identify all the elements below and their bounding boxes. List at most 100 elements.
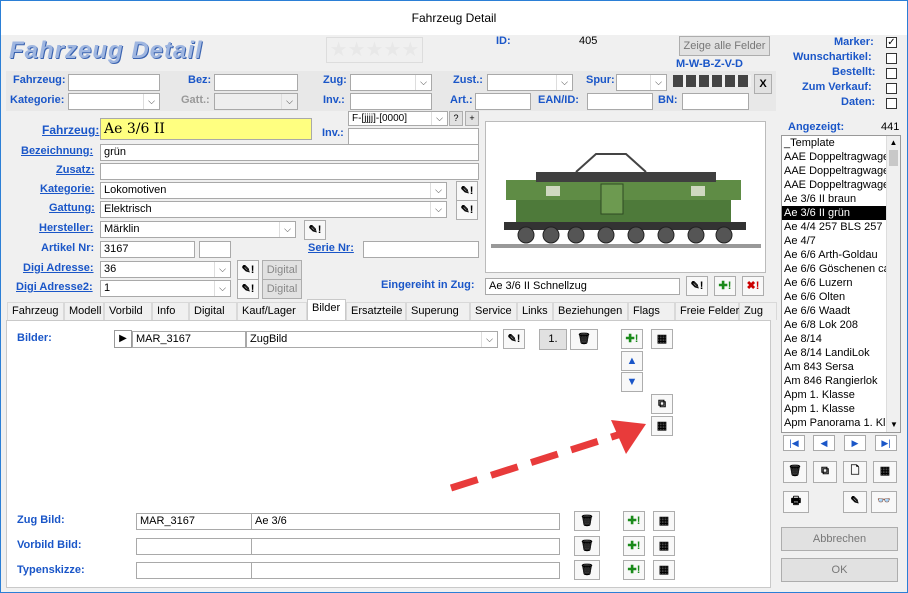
list-item[interactable]: AAE Doppeltragwage	[782, 178, 886, 192]
filter-fahrzeug-input[interactable]	[68, 74, 160, 91]
list-item[interactable]: Ae 6/6 Olten	[782, 290, 886, 304]
inv-help-button[interactable]: ?	[449, 111, 463, 126]
vehicle-list[interactable]: _Template AAE Doppeltragwage AAE Doppeltra…	[781, 135, 901, 433]
typen-name-input[interactable]	[136, 562, 252, 579]
zugbild-desc-input[interactable]: Ae 3/6	[251, 513, 560, 530]
filter-bn-input[interactable]	[682, 93, 749, 110]
zug-edit-icon[interactable]: ✎!	[686, 276, 708, 296]
filter-gatt-select[interactable]: ⌵	[214, 93, 298, 110]
tab-superung[interactable]: Superung	[406, 302, 470, 320]
filter-clear-button[interactable]: X	[754, 74, 772, 94]
marker-checkbox[interactable]: ✓	[886, 37, 897, 48]
list-item[interactable]: Apm 1. Klasse	[782, 388, 886, 402]
tab-ersatzteile[interactable]: Ersatzteile	[346, 302, 406, 320]
digi-edit-icon[interactable]: ✎!	[237, 260, 259, 280]
tab-zug[interactable]: Zug	[739, 302, 777, 320]
digi2-edit-icon[interactable]: ✎!	[237, 279, 259, 299]
typen-delete-icon[interactable]: 🗑	[574, 560, 600, 580]
prev-record-icon[interactable]: ◀	[813, 435, 835, 451]
show-all-fields-button[interactable]: Zeige alle Felder	[679, 36, 770, 56]
edit-pencil-icon[interactable]: ✎	[843, 491, 867, 513]
bilder-name-input[interactable]: MAR_3167	[132, 331, 246, 348]
paste-icon[interactable]: ▦	[651, 416, 673, 436]
tab-digital[interactable]: Digital	[189, 302, 237, 320]
filter-flag-icons[interactable]	[673, 75, 751, 87]
filter-kategorie-select[interactable]: ⌵	[68, 93, 160, 110]
filter-zust-select[interactable]: ⌵	[487, 74, 573, 91]
vorbild-new-icon[interactable]: ▦	[653, 536, 675, 556]
bilder-desc-select[interactable]: ZugBild ⌵	[246, 331, 498, 348]
list-item[interactable]: Ae 4/4 257 BLS 257	[782, 220, 886, 234]
first-record-icon[interactable]: |◀	[783, 435, 805, 451]
rating-stars[interactable]: ★★★★★	[326, 37, 423, 63]
filter-art-input[interactable]	[475, 93, 531, 110]
list-item[interactable]: Apm Panorama 1. Kla	[782, 416, 886, 430]
tab-modell[interactable]: Modell	[64, 302, 104, 320]
daten-checkbox[interactable]	[886, 98, 897, 109]
zug-remove-icon[interactable]: ✖!	[742, 276, 764, 296]
tab-freie-felder[interactable]: Freie Felder	[675, 302, 739, 320]
digi-select[interactable]: 36 ⌵	[100, 261, 231, 278]
list-item[interactable]: AAE Doppeltragwage	[782, 150, 886, 164]
list-item[interactable]: Apm 1. Klasse	[782, 402, 886, 416]
list-item[interactable]: Ae 6/6 Arth-Goldau	[782, 248, 886, 262]
wunsch-checkbox[interactable]	[886, 53, 897, 64]
zugbild-name-input[interactable]: MAR_3167	[136, 513, 252, 530]
inv-input[interactable]	[348, 128, 479, 145]
delete-record-icon[interactable]: 🗑	[783, 461, 807, 483]
new-record-icon[interactable]: 🗋	[843, 461, 867, 483]
filter-ean-input[interactable]	[587, 93, 653, 110]
zugbild-delete-icon[interactable]: 🗑	[574, 511, 600, 531]
scroll-down-icon[interactable]: ▼	[887, 418, 900, 432]
artikel-input[interactable]: 3167	[100, 241, 195, 258]
typen-add-icon[interactable]: ✚!	[623, 560, 645, 580]
list-item[interactable]: Ae 6/6 Luzern	[782, 276, 886, 290]
artikel-extra-input[interactable]	[199, 241, 231, 258]
typen-new-icon[interactable]: ▦	[653, 560, 675, 580]
bestellt-checkbox[interactable]	[886, 68, 897, 79]
tab-fahrzeug[interactable]: Fahrzeug	[7, 302, 64, 320]
next-record-icon[interactable]: ▶	[844, 435, 866, 451]
list-item[interactable]: Ae 6/6 Göschenen ca	[782, 262, 886, 276]
typen-desc-input[interactable]	[251, 562, 560, 579]
filter-zug-select[interactable]: ⌵	[350, 74, 432, 91]
tab-beziehungen[interactable]: Beziehungen	[553, 302, 628, 320]
tab-links[interactable]: Links	[517, 302, 553, 320]
eingereiht-input[interactable]: Ae 3/6 II Schnellzug	[485, 278, 680, 295]
last-record-icon[interactable]: ▶|	[875, 435, 897, 451]
tab-flags[interactable]: Flags	[628, 302, 675, 320]
bilder-edit-icon[interactable]: ✎!	[503, 329, 525, 349]
list-item[interactable]: Ae 8/14 LandiLok	[782, 346, 886, 360]
gattung-edit-icon[interactable]: ✎!	[456, 200, 478, 220]
scroll-thumb[interactable]	[889, 150, 898, 166]
tab-info[interactable]: Info	[152, 302, 189, 320]
tab-kauf-lager[interactable]: Kauf/Lager	[237, 302, 307, 320]
copy-record-icon[interactable]: ⧉	[813, 461, 837, 483]
inv-format-select[interactable]: F-[jjjj]-[0000] ⌵	[348, 111, 448, 126]
digi2-select[interactable]: 1 ⌵	[100, 280, 231, 297]
list-item[interactable]: Ae 4/7	[782, 234, 886, 248]
gattung-select[interactable]: Elektrisch ⌵	[100, 201, 447, 218]
tab-bilder[interactable]: Bilder	[307, 299, 346, 321]
filter-inv-input[interactable]	[350, 93, 432, 110]
verkauf-checkbox[interactable]	[886, 83, 897, 94]
vorbild-add-icon[interactable]: ✚!	[623, 536, 645, 556]
list-item[interactable]: _Template	[782, 136, 886, 150]
bilder-add-icon[interactable]: ✚!	[621, 329, 643, 349]
list-item[interactable]: Ae 3/6 II grün	[782, 206, 886, 220]
list-item[interactable]: Ae 8/14	[782, 332, 886, 346]
tab-vorbild[interactable]: Vorbild	[104, 302, 152, 320]
list-item[interactable]: Am 846 Rangierlok	[782, 374, 886, 388]
list-item[interactable]: Ae 3/6 II braun	[782, 192, 886, 206]
zugbild-new-icon[interactable]: ▦	[653, 511, 675, 531]
new-from-template-icon[interactable]: ▦	[873, 461, 897, 483]
abbrechen-button[interactable]: Abbrechen	[781, 527, 898, 551]
vorbild-delete-icon[interactable]: 🗑	[574, 536, 600, 556]
bilder-new-icon[interactable]: ▦	[651, 329, 673, 349]
scroll-up-icon[interactable]: ▲	[887, 136, 900, 150]
hersteller-edit-icon[interactable]: ✎!	[304, 220, 326, 240]
zug-add-icon[interactable]: ✚!	[714, 276, 736, 296]
glasses-icon[interactable]: 👓	[871, 491, 897, 513]
bilder-number-button[interactable]: 1.	[539, 329, 567, 350]
serie-input[interactable]	[363, 241, 479, 258]
